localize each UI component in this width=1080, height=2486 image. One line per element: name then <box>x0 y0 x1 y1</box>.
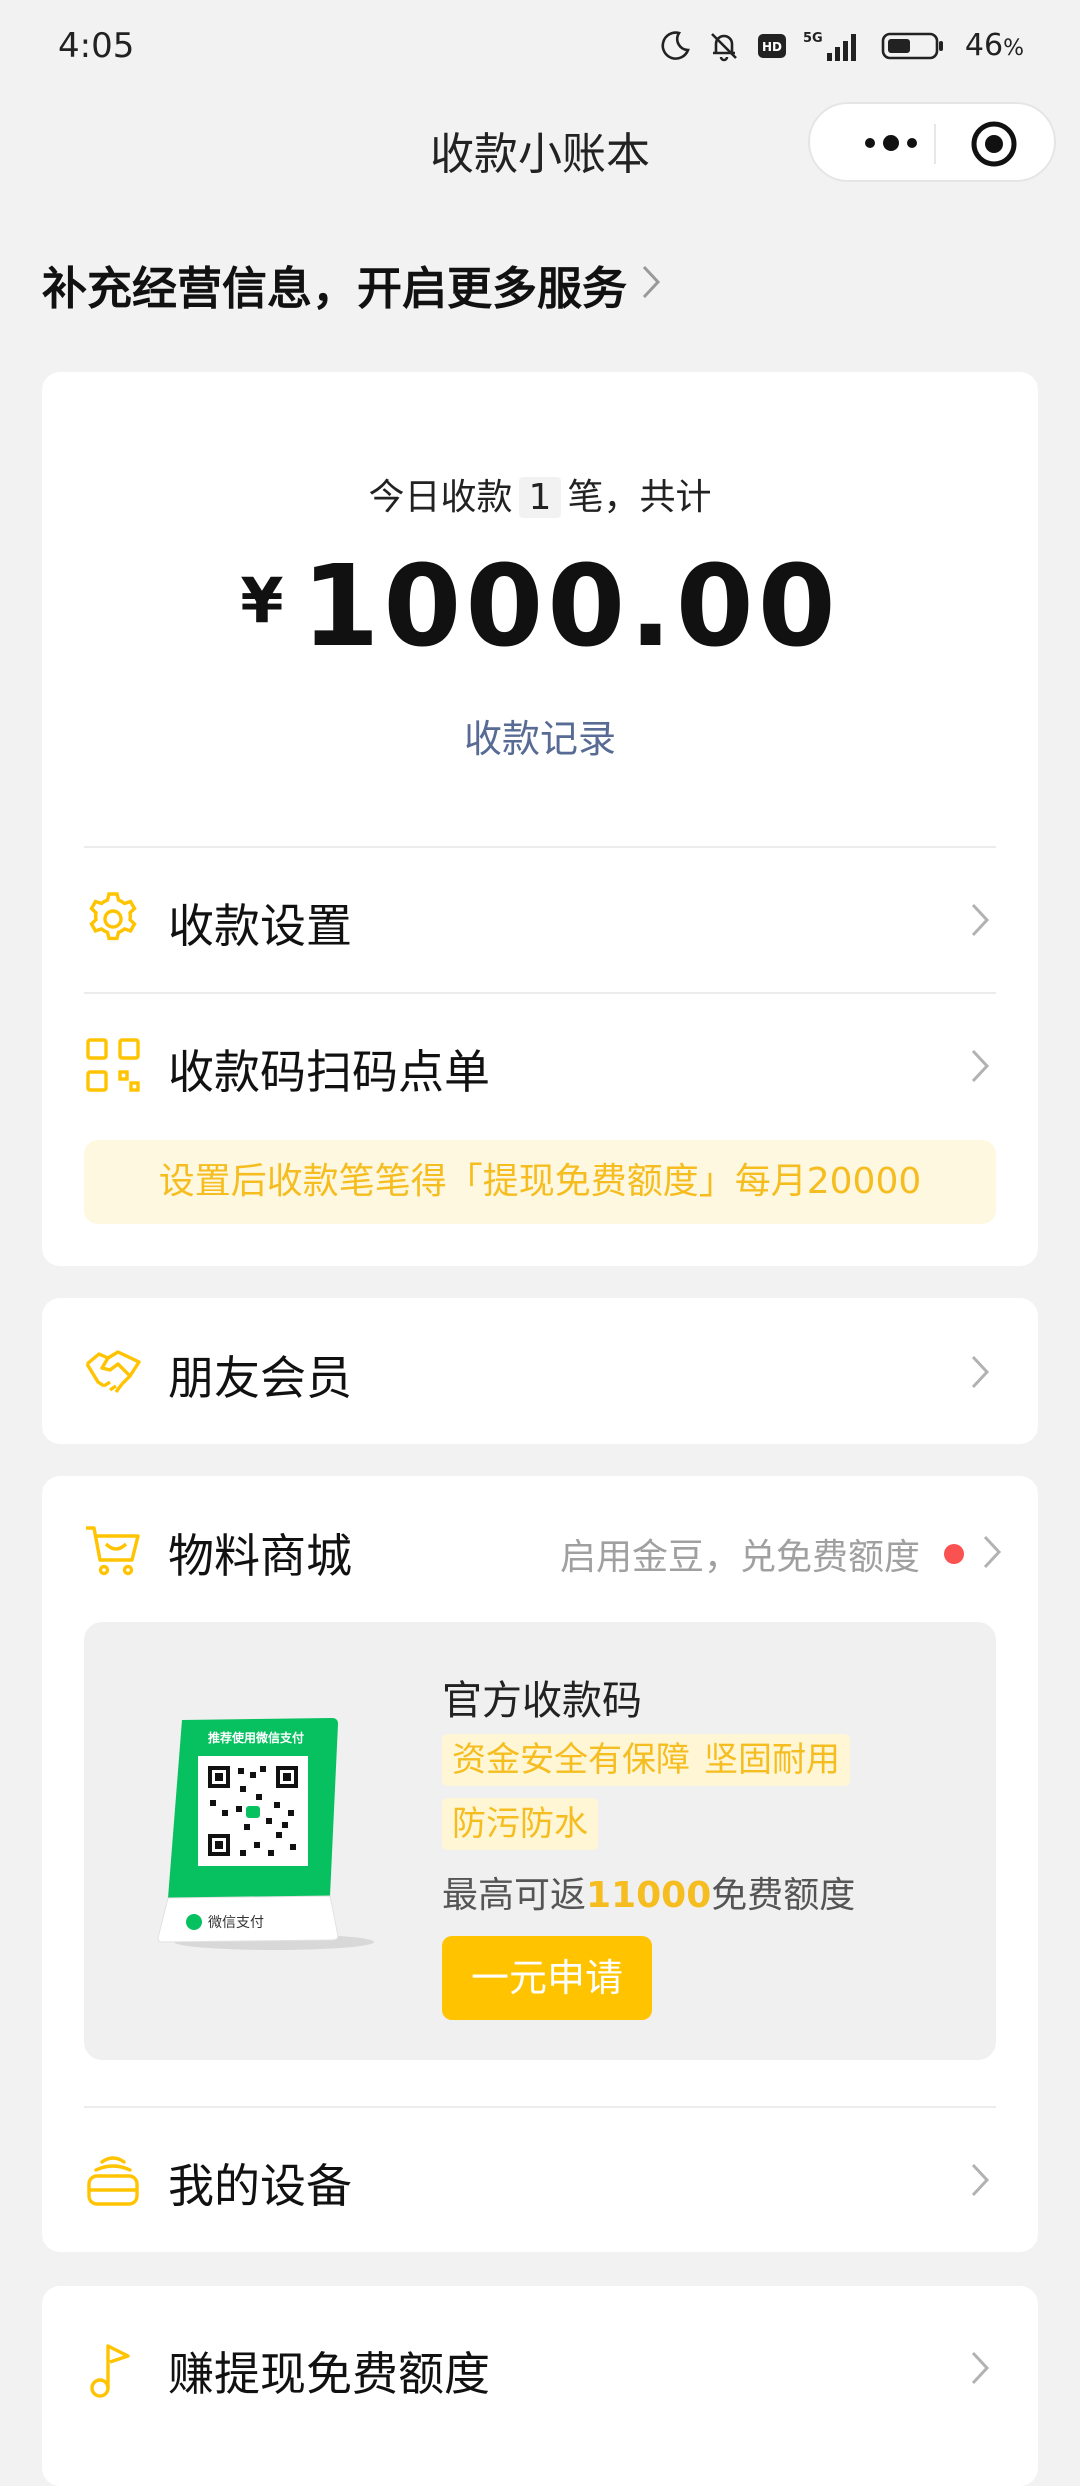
product-tag: 坚固耐用 <box>694 1734 850 1786</box>
qr-order-label: 收款码扫码点单 <box>168 1045 490 1099</box>
stand-top-text: 推荐使用微信支付 <box>208 1730 304 1745</box>
business-info-text: 补充经营信息，开启更多服务 <box>42 262 628 315</box>
bell-muted-icon <box>707 29 741 63</box>
product-title: 官方收款码 <box>442 1678 642 1724</box>
today-count: 1 <box>518 477 562 518</box>
business-info-link[interactable]: 补充经营信息，开启更多服务 <box>42 252 661 317</box>
gear-icon <box>84 890 142 948</box>
chevron-right-icon <box>970 2162 990 2202</box>
rebate-prefix: 最高可返 <box>442 1875 587 1916</box>
battery-level: 46% <box>964 28 1024 63</box>
summary-prefix: 今日收款 <box>368 477 513 518</box>
qr-code-icon <box>84 1036 142 1094</box>
my-devices-label: 我的设备 <box>168 2159 352 2213</box>
material-mall-label: 物料商城 <box>168 1529 352 1583</box>
signal-5g-icon: 5G <box>803 29 865 63</box>
official-qr-product[interactable]: 推荐使用微信支付 微信支付 官方收款码 资金安全有保障 坚固耐用 防污防水 最高… <box>84 1622 996 2060</box>
material-mall-card: 物料商城 启用金豆，兑免费额度 推荐使用微信支付 微信支付 官方收款码 资金安全… <box>42 1476 1038 2252</box>
income-records-link[interactable]: 收款记录 <box>42 708 1038 763</box>
hd-icon: HD <box>757 33 787 59</box>
my-devices-row[interactable]: 我的设备 <box>84 2106 996 2252</box>
handshake-icon <box>84 1342 142 1400</box>
chevron-right-icon <box>970 2350 990 2390</box>
promo-banner[interactable]: 设置后收款笔笔得「提现免费额度」每月20000 <box>84 1140 996 1224</box>
status-time: 4:05 <box>58 26 135 66</box>
product-tag: 防污防水 <box>442 1798 598 1850</box>
today-summary: 今日收款 1 笔，共计 <box>42 468 1038 520</box>
network-label: 5G <box>803 31 823 46</box>
mini-program-capsule <box>808 102 1056 182</box>
device-speaker-icon <box>84 2150 142 2208</box>
earn-quota-card[interactable]: 赚提现免费额度 <box>42 2286 1038 2486</box>
chevron-right-icon <box>970 1354 990 1394</box>
chevron-right-icon <box>982 1534 1002 1574</box>
currency-symbol: ¥ <box>240 564 284 637</box>
rebate-suffix: 免费额度 <box>711 1875 856 1916</box>
apply-one-yuan-button[interactable]: 一元申请 <box>442 1936 652 2020</box>
friend-member-row[interactable]: 朋友会员 <box>84 1298 996 1444</box>
shopping-cart-icon <box>84 1520 142 1578</box>
stand-brand-text: 微信支付 <box>208 1915 264 1931</box>
moon-icon <box>659 30 691 62</box>
qr-order-row[interactable]: 收款码扫码点单 <box>84 992 996 1138</box>
income-summary-card: 今日收款 1 笔，共计 ¥1000.00 收款记录 收款设置 收款码扫码点单 设… <box>42 372 1038 1266</box>
status-icons: HD 5G 46% <box>659 28 1024 63</box>
red-dot-badge <box>944 1544 964 1564</box>
chevron-right-icon <box>970 1048 990 1088</box>
friend-member-label: 朋友会员 <box>168 1351 352 1405</box>
summary-suffix: 笔，共计 <box>567 477 712 518</box>
earn-quota-label: 赚提现免费额度 <box>168 2347 490 2401</box>
chevron-right-icon <box>970 902 990 942</box>
svg-text:HD: HD <box>762 40 782 54</box>
battery-icon <box>881 31 945 61</box>
more-icon[interactable] <box>850 126 932 160</box>
music-flag-icon <box>84 2340 142 2398</box>
status-bar: 4:05 HD 5G 46% <box>0 0 1080 100</box>
friend-member-card[interactable]: 朋友会员 <box>42 1298 1038 1444</box>
rebate-amount: 11000 <box>586 1875 712 1916</box>
chevron-right-icon <box>641 258 661 311</box>
capsule-divider <box>934 124 936 164</box>
income-settings-label: 收款设置 <box>168 899 352 953</box>
mall-hint-group[interactable]: 启用金豆，兑免费额度 <box>560 1528 1002 1580</box>
product-tag: 资金安全有保障 <box>442 1734 700 1786</box>
rebate-text: 最高可返11000免费额度 <box>442 1866 855 1918</box>
income-settings-row[interactable]: 收款设置 <box>84 846 996 992</box>
qr-stand-image: 推荐使用微信支付 微信支付 <box>154 1710 384 1960</box>
close-target-icon[interactable] <box>970 120 1018 168</box>
mall-hint: 启用金豆，兑免费额度 <box>559 1537 920 1578</box>
earn-quota-row[interactable]: 赚提现免费额度 <box>84 2286 996 2432</box>
amount-value: 1000.00 <box>301 542 840 672</box>
today-amount: ¥1000.00 <box>42 542 1038 672</box>
